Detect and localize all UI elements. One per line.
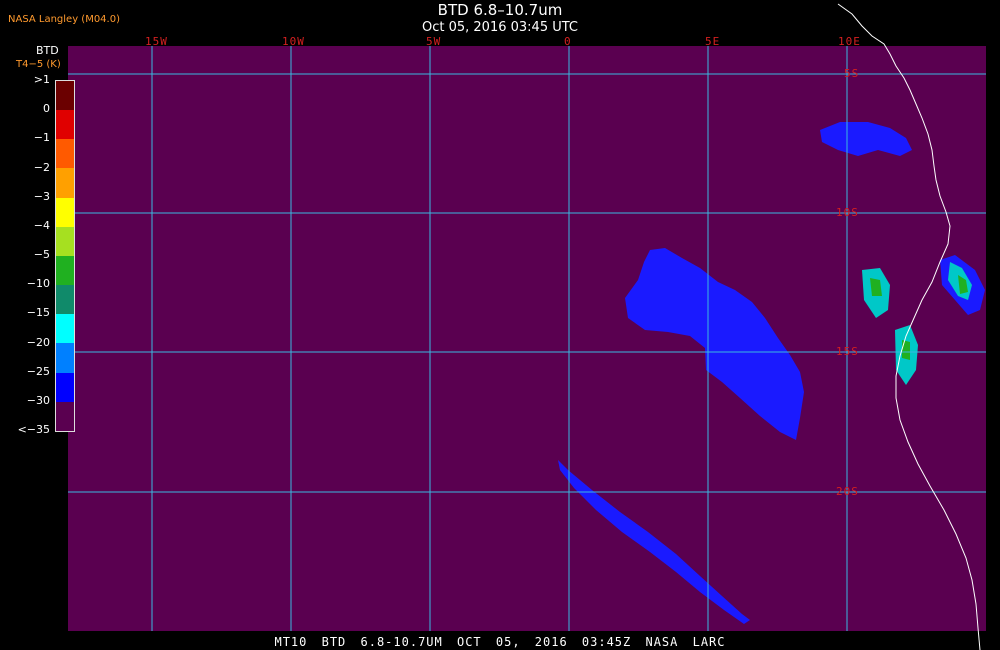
lat-label-20s: 20S bbox=[836, 485, 859, 498]
color-scale-tick-label: <−35 bbox=[17, 423, 50, 436]
legend-title: BTD bbox=[36, 44, 59, 57]
color-swatch bbox=[56, 343, 74, 373]
color-swatch bbox=[56, 401, 74, 431]
color-swatch bbox=[56, 168, 74, 198]
lat-label-10s: 10S bbox=[836, 206, 859, 219]
color-scale-tick-label: −3 bbox=[33, 189, 50, 203]
color-scale-bar bbox=[55, 80, 75, 432]
color-swatch bbox=[56, 226, 74, 256]
color-scale-tick-label: 0 bbox=[43, 102, 50, 116]
cloud-core-south bbox=[902, 340, 910, 360]
color-swatch bbox=[56, 255, 74, 286]
lat-label-15s: 15S bbox=[836, 345, 859, 358]
color-swatch bbox=[56, 197, 74, 227]
color-scale-tick-label: −10 bbox=[26, 277, 50, 291]
legend-units: T4−5 (K) bbox=[16, 59, 61, 70]
satellite-map[interactable]: 15W 10W 5W 0 5E 10E 5S 10S 15S 20S bbox=[0, 0, 1000, 650]
color-scale-tick-label: −5 bbox=[33, 248, 50, 261]
lon-label-5w: 5W bbox=[426, 35, 441, 48]
lon-label-10e: 10E bbox=[838, 35, 861, 48]
lon-label-15w: 15W bbox=[145, 35, 168, 48]
color-swatch bbox=[56, 372, 74, 402]
lon-label-5e: 5E bbox=[705, 35, 720, 48]
color-scale-tick-label: −1 bbox=[33, 131, 50, 145]
color-scale-tick-label: −20 bbox=[26, 335, 50, 349]
lon-label-10w: 10W bbox=[282, 35, 305, 48]
color-swatch bbox=[56, 110, 74, 140]
color-scale-tick-label: −25 bbox=[26, 364, 50, 378]
color-scale-tick-label: −4 bbox=[33, 218, 50, 232]
color-swatch bbox=[56, 139, 74, 169]
color-swatch bbox=[56, 314, 74, 344]
lat-label-5s: 5S bbox=[844, 67, 859, 80]
color-scale-tick-label: −15 bbox=[26, 306, 50, 320]
lon-label-0: 0 bbox=[564, 35, 572, 48]
footer-caption: MT10 BTD 6.8-10.7UM OCT 05, 2016 03:45Z … bbox=[274, 635, 726, 649]
color-swatch bbox=[56, 81, 74, 111]
color-scale-tick-label: −2 bbox=[33, 160, 50, 174]
color-scale-tick-label: >1 bbox=[33, 73, 50, 86]
color-swatch bbox=[56, 285, 74, 315]
color-scale-tick-label: −30 bbox=[26, 393, 50, 407]
